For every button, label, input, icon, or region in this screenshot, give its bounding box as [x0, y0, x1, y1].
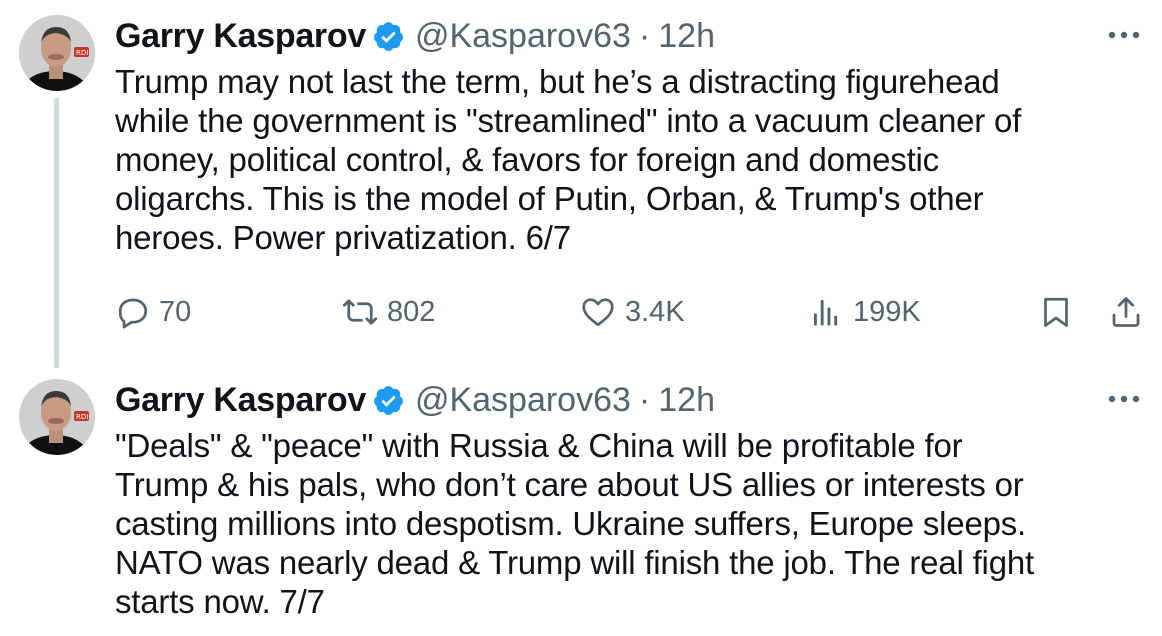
heart-icon — [579, 294, 617, 330]
verified-badge-icon — [372, 384, 405, 417]
author-handle[interactable]: @Kasparov63 — [415, 17, 631, 56]
avatar[interactable]: RDI — [19, 379, 95, 455]
reply-count: 70 — [159, 295, 192, 328]
tweet-text: Trump may not last the term, but he’s a … — [115, 63, 1022, 256]
tweet-time[interactable]: 12h — [658, 17, 715, 56]
retweet-icon — [341, 294, 379, 330]
separator-dot: · — [638, 380, 651, 419]
avatar[interactable]: RDI — [19, 15, 95, 91]
bookmark-icon — [1038, 293, 1074, 331]
like-count: 3.4K — [625, 295, 685, 328]
author-name[interactable]: Garry Kasparov — [115, 17, 366, 56]
svg-text:RDI: RDI — [76, 49, 88, 57]
tweet-header: Garry Kasparov @Kasparov63 · 12h — [115, 378, 715, 422]
more-dots-icon[interactable] — [1104, 20, 1144, 50]
share-icon — [1108, 293, 1144, 331]
tweet-actions: 70 802 3.4K 199K — [115, 290, 1150, 334]
share-button[interactable] — [1108, 290, 1144, 334]
verified-badge-icon — [372, 20, 405, 53]
views-button[interactable]: 199K — [807, 290, 921, 334]
bookmark-button[interactable] — [1038, 290, 1074, 334]
retweet-button[interactable]: 802 — [341, 290, 435, 334]
tweet-time[interactable]: 12h — [658, 381, 715, 420]
separator-dot: · — [638, 16, 651, 55]
like-button[interactable]: 3.4K — [579, 290, 685, 334]
author-handle[interactable]: @Kasparov63 — [415, 381, 631, 420]
tweet-header: Garry Kasparov @Kasparov63 · 12h — [115, 14, 715, 58]
tweet-1[interactable]: RDI Garry Kasparov @Kasparov63 · 12h Tru… — [0, 0, 1162, 370]
retweet-count: 802 — [387, 295, 436, 328]
tweet-text: "Deals" & "peace" with Russia & China wi… — [115, 427, 1034, 620]
svg-text:RDI: RDI — [76, 413, 88, 421]
views-icon — [807, 294, 845, 330]
tweet-2[interactable]: RDI Garry Kasparov @Kasparov63 · 12h "De… — [0, 364, 1162, 636]
more-dots-icon[interactable] — [1104, 384, 1144, 414]
author-name[interactable]: Garry Kasparov — [115, 381, 366, 420]
views-count: 199K — [853, 295, 921, 328]
reply-icon — [115, 294, 151, 330]
reply-button[interactable]: 70 — [115, 290, 191, 334]
thread-line — [54, 98, 59, 368]
